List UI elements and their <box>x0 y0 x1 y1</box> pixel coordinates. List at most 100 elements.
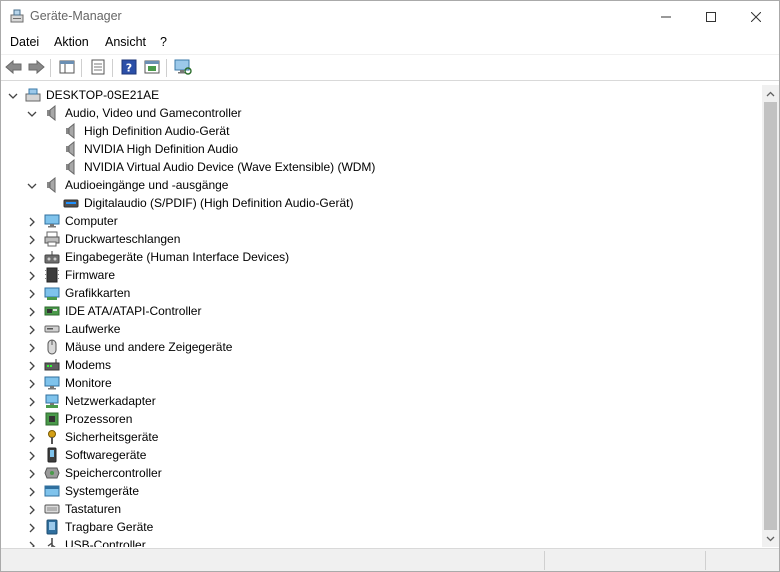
toolbar-separator <box>50 59 51 77</box>
chevron-right-icon[interactable] <box>27 216 37 227</box>
menu-aktion[interactable]: Aktion <box>54 35 89 49</box>
chevron-right-icon[interactable] <box>27 324 37 335</box>
chevron-right-icon[interactable] <box>27 288 37 299</box>
toolbar-separator <box>112 59 113 77</box>
menu-help[interactable]: ? <box>160 35 167 49</box>
chevron-right-icon[interactable] <box>27 468 37 479</box>
scan-hardware-button[interactable] <box>173 58 193 78</box>
category-label: Speichercontroller <box>65 466 162 480</box>
help-button[interactable]: ? <box>119 58 139 78</box>
scrollbar-thumb[interactable] <box>764 102 777 530</box>
disk-drive-icon <box>44 321 60 337</box>
chevron-right-icon[interactable] <box>27 306 37 317</box>
svg-text:?: ? <box>126 61 132 74</box>
speaker-icon <box>44 104 60 122</box>
category-label: Grafikkarten <box>65 286 131 300</box>
chevron-right-icon[interactable] <box>27 342 37 353</box>
ide-controller-icon <box>44 303 60 319</box>
category-label: Tastaturen <box>65 502 122 516</box>
status-separator <box>705 551 706 570</box>
mouse-icon <box>44 339 60 355</box>
toolbar: ? <box>1 54 779 81</box>
chevron-right-icon[interactable] <box>27 234 37 245</box>
menu-bar: Datei Aktion Ansicht ? <box>1 32 779 53</box>
chevron-right-icon[interactable] <box>27 360 37 371</box>
chevron-right-icon[interactable] <box>27 270 37 281</box>
device-label: High Definition Audio-Gerät <box>84 124 230 138</box>
chevron-right-icon[interactable] <box>27 252 37 263</box>
device-tree: DESKTOP-0SE21AE Audio, Video und Gamecon… <box>2 85 762 547</box>
category-label: Softwaregeräte <box>65 448 147 462</box>
device-label: NVIDIA Virtual Audio Device (Wave Extens… <box>84 160 376 174</box>
scroll-up-button[interactable] <box>762 85 779 102</box>
minimize-button[interactable] <box>643 1 689 32</box>
window-title: Geräte-Manager <box>30 9 122 23</box>
status-separator <box>544 551 545 570</box>
chevron-right-icon[interactable] <box>27 522 37 533</box>
processor-icon <box>44 411 60 427</box>
storage-controller-icon <box>44 465 60 481</box>
security-key-icon <box>44 429 60 445</box>
computer-root-icon <box>25 87 41 103</box>
monitor-icon <box>44 213 60 229</box>
speaker-icon <box>63 140 79 158</box>
maximize-button[interactable] <box>688 1 734 32</box>
chevron-right-icon[interactable] <box>27 432 37 443</box>
audio-jack-icon <box>63 195 79 211</box>
category-label: Laufwerke <box>65 322 121 336</box>
category-label: Modems <box>65 358 112 372</box>
system-device-icon <box>44 483 60 499</box>
chevron-right-icon[interactable] <box>27 396 37 407</box>
category-label: Computer <box>65 214 118 228</box>
chevron-down-icon[interactable] <box>27 180 37 190</box>
category-label: Tragbare Geräte <box>65 520 154 534</box>
keyboard-icon <box>44 501 60 517</box>
category-label: Netzwerkadapter <box>65 394 156 408</box>
scroll-down-button[interactable] <box>762 530 779 547</box>
hid-icon <box>44 249 60 265</box>
chevron-right-icon[interactable] <box>27 450 37 461</box>
speaker-icon <box>63 158 79 176</box>
close-button[interactable] <box>733 1 779 32</box>
modem-icon <box>44 357 60 373</box>
chevron-down-icon[interactable] <box>8 90 18 100</box>
speaker-icon <box>44 176 60 194</box>
category-label: Systemgeräte <box>65 484 140 498</box>
network-adapter-icon <box>44 393 60 409</box>
category-label: Druckwarteschlangen <box>65 232 181 246</box>
category-label: Sicherheitsgeräte <box>65 430 159 444</box>
portable-device-icon <box>44 519 60 535</box>
category-label: Eingabegeräte (Human Interface Devices) <box>65 250 290 264</box>
device-label: NVIDIA High Definition Audio <box>84 142 239 156</box>
device-manager-app-icon <box>10 9 24 23</box>
speaker-icon <box>63 122 79 140</box>
properties-button[interactable] <box>88 58 108 78</box>
monitor-icon <box>44 375 60 391</box>
display-adapter-icon <box>44 285 60 301</box>
menu-datei[interactable]: Datei <box>10 35 39 49</box>
menu-ansicht[interactable]: Ansicht <box>105 35 146 49</box>
software-device-icon <box>44 447 60 463</box>
title-bar: Geräte-Manager <box>1 1 779 32</box>
toolbar-separator <box>81 59 82 77</box>
chevron-down-icon[interactable] <box>27 108 37 118</box>
category-label: USB-Controller <box>65 538 146 547</box>
back-button[interactable] <box>4 58 24 78</box>
category-label: Audio, Video und Gamecontroller <box>65 106 242 120</box>
chevron-right-icon[interactable] <box>27 486 37 497</box>
forward-button[interactable] <box>26 58 46 78</box>
help-icon: ? <box>121 59 137 78</box>
chevron-right-icon[interactable] <box>27 378 37 389</box>
chevron-right-icon[interactable] <box>27 414 37 425</box>
printer-queue-icon <box>44 231 60 247</box>
device-label: Digitalaudio (S/PDIF) (High Definition A… <box>84 196 354 210</box>
update-driver-button[interactable] <box>142 58 162 78</box>
status-bar <box>1 548 779 571</box>
forward-arrow-icon <box>27 59 45 78</box>
vertical-scrollbar[interactable] <box>762 85 779 547</box>
category-label: Monitore <box>65 376 112 390</box>
chevron-right-icon[interactable] <box>27 504 37 515</box>
properties-icon <box>90 59 106 78</box>
show-hide-tree-button[interactable] <box>57 58 77 78</box>
chevron-right-icon[interactable] <box>27 540 37 547</box>
